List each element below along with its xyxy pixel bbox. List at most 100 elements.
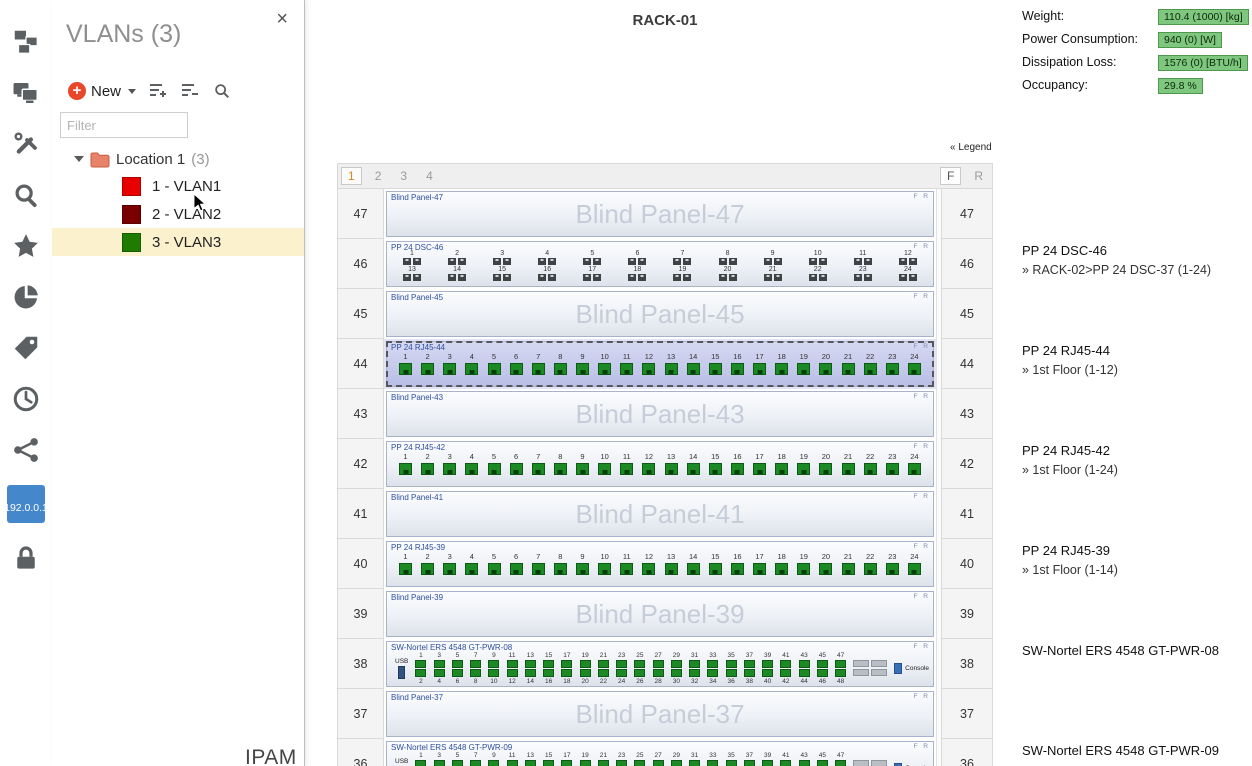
rj45-port[interactable] bbox=[642, 563, 655, 575]
switch-port[interactable] bbox=[525, 760, 536, 766]
switch-port[interactable] bbox=[634, 660, 645, 668]
rj45-port[interactable] bbox=[554, 463, 567, 475]
switch-port[interactable] bbox=[434, 669, 445, 677]
dsc-port[interactable] bbox=[458, 274, 466, 281]
history-icon[interactable] bbox=[9, 383, 43, 415]
switch-port[interactable] bbox=[525, 660, 536, 668]
rj45-port[interactable] bbox=[819, 463, 832, 475]
dsc-port[interactable] bbox=[819, 274, 827, 281]
switch-port[interactable] bbox=[561, 760, 572, 766]
switch-port[interactable] bbox=[470, 669, 481, 677]
switch-port[interactable] bbox=[543, 660, 554, 668]
switch-port[interactable] bbox=[452, 669, 463, 677]
rj45-port[interactable] bbox=[620, 563, 633, 575]
switch-port[interactable] bbox=[762, 669, 773, 677]
tools-icon[interactable] bbox=[9, 128, 43, 160]
rj45-port[interactable] bbox=[443, 463, 456, 475]
rj45-port[interactable] bbox=[775, 363, 788, 375]
switch-port[interactable] bbox=[488, 760, 499, 766]
dsc-port[interactable] bbox=[493, 258, 501, 265]
rj45-port[interactable] bbox=[598, 563, 611, 575]
device-panel-44[interactable]: PP 24 RJ45-44F R123456789101112131415161… bbox=[386, 341, 934, 387]
rj45-port[interactable] bbox=[620, 363, 633, 375]
collapse-all-icon[interactable] bbox=[180, 82, 200, 100]
dsc-port[interactable] bbox=[854, 274, 862, 281]
rj45-port[interactable] bbox=[842, 463, 855, 475]
rj45-port[interactable] bbox=[665, 363, 678, 375]
dsc-port[interactable] bbox=[864, 258, 872, 265]
tree-folder[interactable]: Location 1 (3) bbox=[52, 146, 304, 172]
rj45-port[interactable] bbox=[886, 363, 899, 375]
rj45-port[interactable] bbox=[709, 363, 722, 375]
rj45-port[interactable] bbox=[576, 463, 589, 475]
dsc-port[interactable] bbox=[583, 274, 591, 281]
dsc-port[interactable] bbox=[503, 258, 511, 265]
rj45-port[interactable] bbox=[554, 363, 567, 375]
device-panel-39[interactable]: Blind Panel-39F RBlind Panel-39 bbox=[386, 591, 934, 637]
dsc-port[interactable] bbox=[899, 258, 907, 265]
switch-port[interactable] bbox=[415, 660, 426, 668]
rj45-port[interactable] bbox=[399, 363, 412, 375]
dsc-port[interactable] bbox=[403, 258, 411, 265]
rj45-port[interactable] bbox=[665, 563, 678, 575]
rj45-port[interactable] bbox=[775, 563, 788, 575]
switch-port[interactable] bbox=[744, 760, 755, 766]
switch-port[interactable] bbox=[689, 760, 700, 766]
switch-port[interactable] bbox=[488, 669, 499, 677]
device-panel-42[interactable]: PP 24 RJ45-42F R123456789101112131415161… bbox=[386, 441, 934, 487]
switch-port[interactable] bbox=[780, 760, 791, 766]
lock-icon[interactable] bbox=[9, 542, 43, 574]
device-panel-47[interactable]: Blind Panel-47F RBlind Panel-47 bbox=[386, 191, 934, 237]
rj45-port[interactable] bbox=[532, 563, 545, 575]
dsc-port[interactable] bbox=[673, 258, 681, 265]
switch-port[interactable] bbox=[671, 669, 682, 677]
dsc-port[interactable] bbox=[448, 274, 456, 281]
rj45-port[interactable] bbox=[421, 463, 434, 475]
rj45-port[interactable] bbox=[908, 563, 921, 575]
switch-port[interactable] bbox=[488, 660, 499, 668]
vlan-item[interactable]: 2 - VLAN2 bbox=[52, 200, 304, 228]
switch-port[interactable] bbox=[780, 669, 791, 677]
favorites-icon[interactable] bbox=[9, 230, 43, 262]
switch-port[interactable] bbox=[561, 669, 572, 677]
switch-port[interactable] bbox=[434, 660, 445, 668]
dsc-port[interactable] bbox=[673, 274, 681, 281]
rj45-port[interactable] bbox=[731, 463, 744, 475]
dsc-port[interactable] bbox=[909, 258, 917, 265]
dsc-port[interactable] bbox=[538, 274, 546, 281]
rj45-port[interactable] bbox=[886, 563, 899, 575]
rack-tab-2[interactable]: 2 bbox=[369, 168, 388, 184]
sfp-module[interactable] bbox=[871, 669, 887, 676]
rj45-port[interactable] bbox=[842, 563, 855, 575]
dsc-port[interactable] bbox=[774, 258, 782, 265]
rj45-port[interactable] bbox=[399, 463, 412, 475]
device-panel-36[interactable]: SW-Nortel ERS 4548 GT-PWR-09F RUSB123456… bbox=[386, 741, 934, 766]
filter-input[interactable] bbox=[60, 112, 188, 138]
legend-link[interactable]: « Legend bbox=[950, 142, 992, 153]
switch-port[interactable] bbox=[835, 660, 846, 668]
vlan-item[interactable]: 1 - VLAN1 bbox=[52, 172, 304, 200]
rj45-port[interactable] bbox=[709, 463, 722, 475]
console-port-group[interactable]: Console bbox=[894, 763, 929, 766]
switch-port[interactable] bbox=[415, 669, 426, 677]
rj45-port[interactable] bbox=[908, 463, 921, 475]
usb-port[interactable]: USB bbox=[395, 758, 408, 766]
rj45-port[interactable] bbox=[665, 463, 678, 475]
device-panel-38[interactable]: SW-Nortel ERS 4548 GT-PWR-08F RUSB123456… bbox=[386, 641, 934, 687]
switch-port[interactable] bbox=[616, 669, 627, 677]
rj45-port[interactable] bbox=[576, 363, 589, 375]
vlan-item[interactable]: 3 - VLAN3 bbox=[52, 228, 304, 256]
rj45-port[interactable] bbox=[554, 563, 567, 575]
rj45-port[interactable] bbox=[443, 563, 456, 575]
switch-port[interactable] bbox=[762, 660, 773, 668]
dsc-port[interactable] bbox=[719, 258, 727, 265]
dsc-port[interactable] bbox=[764, 274, 772, 281]
switch-port[interactable] bbox=[580, 669, 591, 677]
rj45-port[interactable] bbox=[819, 563, 832, 575]
device-panel-37[interactable]: Blind Panel-37F RBlind Panel-37 bbox=[386, 691, 934, 737]
device-panel-43[interactable]: Blind Panel-43F RBlind Panel-43 bbox=[386, 391, 934, 437]
switch-port[interactable] bbox=[415, 760, 426, 766]
rj45-port[interactable] bbox=[465, 563, 478, 575]
switch-port[interactable] bbox=[634, 760, 645, 766]
switch-port[interactable] bbox=[707, 669, 718, 677]
